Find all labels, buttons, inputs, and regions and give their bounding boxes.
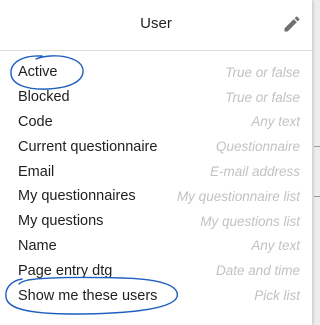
panel-header: User [0, 0, 312, 51]
field-type: True or false [225, 64, 300, 80]
field-type: Questionnaire [215, 139, 300, 155]
pencil-icon [284, 16, 300, 32]
field-label: Show me these users [18, 287, 158, 304]
field-label: Current questionnaire [18, 138, 158, 155]
entity-panel: User Active True or false Blocked True o… [0, 0, 312, 325]
edit-button[interactable] [282, 14, 302, 34]
page: User Active True or false Blocked True o… [0, 0, 320, 325]
field-label: My questions [18, 213, 104, 230]
panel-title: User [140, 15, 172, 32]
field-label: Code [18, 113, 53, 130]
field-row-my-questions[interactable]: My questions My questions list [0, 209, 312, 234]
field-row-my-questionnaires[interactable]: My questionnaires My questionnaire list [0, 184, 312, 209]
field-type: Any text [251, 238, 300, 254]
background-edge [312, 0, 320, 325]
field-row-email[interactable]: Email E-mail address [0, 159, 312, 184]
field-label: Blocked [18, 89, 70, 106]
field-label: Name [18, 237, 57, 254]
field-row-page-entry-dtg[interactable]: Page entry dtg Date and time [0, 258, 312, 283]
field-type: My questionnaire list [176, 188, 300, 204]
field-label: Page entry dtg [18, 262, 113, 279]
field-type: My questions list [200, 213, 300, 229]
field-type: Any text [251, 114, 300, 130]
field-row-code[interactable]: Code Any text [0, 110, 312, 135]
field-row-name[interactable]: Name Any text [0, 234, 312, 259]
field-row-current-questionnaire[interactable]: Current questionnaire Questionnaire [0, 134, 312, 159]
field-type: Pick list [254, 288, 300, 304]
field-list: Active True or false Blocked True or fal… [0, 60, 312, 308]
field-label: My questionnaires [18, 188, 136, 205]
field-label: Active [18, 64, 58, 81]
field-type: True or false [225, 89, 300, 105]
field-type: E-mail address [209, 164, 300, 180]
field-type: Date and time [215, 263, 300, 279]
field-row-blocked[interactable]: Blocked True or false [0, 85, 312, 110]
field-label: Email [18, 163, 55, 180]
field-row-show-me-these-users[interactable]: Show me these users Pick list [0, 283, 312, 308]
field-row-active[interactable]: Active True or false [0, 60, 312, 85]
